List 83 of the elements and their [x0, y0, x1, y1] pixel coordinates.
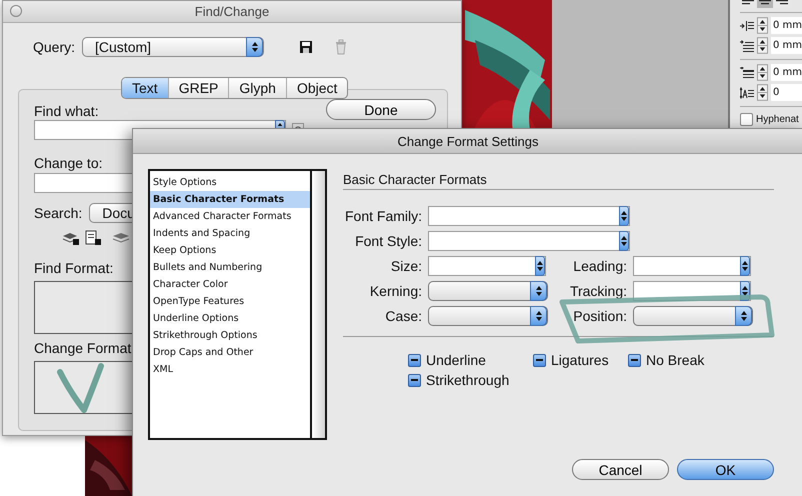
field-label: Size: [390, 258, 422, 274]
checkbox[interactable] [740, 112, 753, 126]
category-item[interactable]: Drop Caps and Other [150, 344, 310, 361]
indent-icon [740, 40, 754, 52]
ok-button[interactable]: OK [677, 459, 774, 480]
up-down-arrows-icon [620, 210, 628, 222]
stepper-icon[interactable] [756, 64, 768, 81]
indent-icon [740, 20, 754, 32]
combo-field[interactable] [428, 256, 546, 276]
section-title: Basic Character Formats [343, 171, 488, 187]
field-label: Position: [572, 308, 627, 324]
check-mark-drawing [57, 363, 104, 413]
category-item[interactable]: Keep Options [150, 242, 310, 259]
align-icon[interactable] [757, 0, 773, 8]
space-before-icon [740, 66, 754, 78]
combo-field[interactable] [428, 231, 630, 251]
field-label: Kerning: [368, 283, 422, 299]
category-item[interactable]: Underline Options [150, 310, 310, 327]
search-label: Search: [34, 205, 82, 221]
locked-document-icon[interactable] [84, 230, 102, 246]
stepper-icon[interactable] [756, 17, 768, 34]
change-format-label: Change Format: [34, 340, 136, 356]
category-item[interactable]: Style Options [150, 174, 310, 191]
checkbox-label: Underline [426, 352, 486, 368]
combo-field[interactable] [428, 206, 630, 226]
drop-cap-icon [740, 86, 754, 98]
change-to-label: Change to: [34, 155, 102, 171]
field-label: Font Style: [354, 233, 422, 249]
category-item[interactable]: Bullets and Numbering [150, 259, 310, 276]
dropdown[interactable] [633, 306, 753, 326]
up-arrow-icon [277, 123, 283, 126]
done-button[interactable]: Done [326, 99, 436, 120]
value-field[interactable]: 0 mm [770, 64, 802, 81]
save-icon[interactable] [299, 40, 314, 54]
checkbox[interactable] [408, 374, 421, 386]
field-label: Case: [384, 308, 422, 324]
up-down-arrows-icon [536, 260, 544, 272]
query-label: Query: [33, 39, 76, 55]
category-item[interactable]: Character Color [150, 276, 310, 293]
up-down-arrows-icon [741, 285, 749, 297]
combo-field[interactable] [633, 256, 751, 276]
up-down-arrows-icon [620, 235, 628, 247]
tab[interactable]: GREP [168, 78, 230, 98]
dropdown[interactable] [428, 306, 548, 326]
up-down-arrows-icon [250, 41, 259, 53]
close-button[interactable] [10, 5, 22, 17]
checkbox[interactable] [408, 354, 421, 366]
value-field[interactable]: 0 mm [770, 37, 802, 54]
field-label: Font Family: [344, 208, 422, 224]
value-field[interactable]: 0 [771, 84, 802, 101]
dialog-title: Change Format Settings [398, 134, 538, 148]
tab[interactable]: Text [122, 78, 169, 98]
category-item[interactable]: Strikethrough Options [150, 327, 310, 344]
checkbox-label: No Break [646, 352, 704, 368]
category-item[interactable]: Basic Character Formats [150, 191, 310, 208]
value-field[interactable]: 0 mm [770, 17, 802, 34]
checkbox-label: Ligatures [551, 352, 609, 368]
field-label: Leading: [572, 258, 627, 274]
locked-layers-icon[interactable] [62, 230, 80, 246]
scrollbar[interactable] [310, 171, 325, 438]
field-label: Tracking: [568, 283, 627, 299]
find-format-label: Find Format: [34, 260, 114, 276]
cancel-button[interactable]: Cancel [572, 459, 669, 480]
stepper-icon[interactable] [756, 37, 768, 54]
category-item[interactable]: OpenType Features [150, 293, 310, 310]
checkbox-label: Hyphenat [756, 114, 799, 124]
up-down-arrows-icon [741, 260, 749, 272]
stepper-icon[interactable] [757, 84, 768, 101]
window-title: Find/Change [194, 4, 270, 19]
up-down-arrows-icon [534, 310, 542, 322]
tab[interactable]: Glyph [229, 78, 287, 98]
tab[interactable]: Object [286, 78, 348, 98]
category-item[interactable]: XML [150, 361, 310, 378]
dropdown[interactable] [428, 281, 548, 301]
category-item[interactable]: Advanced Character Formats [150, 208, 310, 225]
checkbox[interactable] [628, 354, 641, 366]
up-down-arrows-icon [534, 285, 542, 297]
query-dropdown[interactable]: [Custom] [82, 37, 264, 57]
checkbox[interactable] [533, 354, 546, 366]
category-item[interactable]: Indents and Spacing [150, 225, 310, 242]
up-down-arrows-icon [740, 310, 748, 322]
find-what-label: Find what: [34, 103, 99, 119]
checkbox-label: Strikethrough [426, 372, 510, 388]
